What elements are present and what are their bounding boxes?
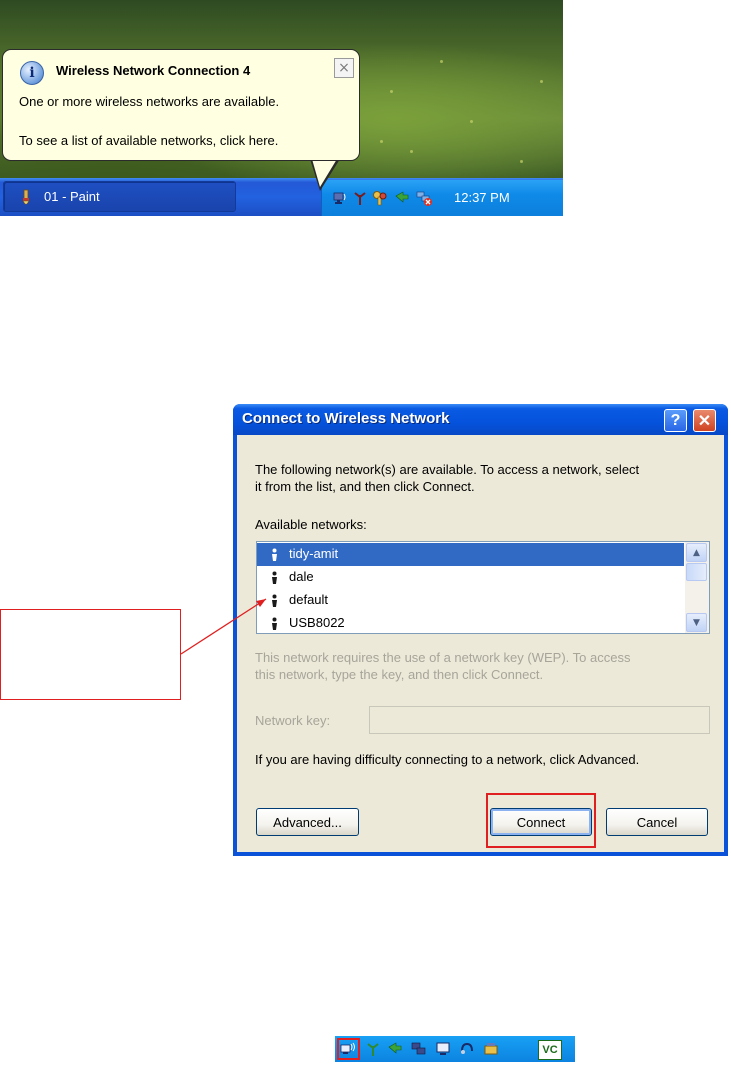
- keys-icon[interactable]: [372, 190, 388, 206]
- network-name: default: [289, 592, 329, 607]
- info-icon: i: [20, 61, 44, 85]
- grass-speck: [380, 140, 383, 143]
- scrollbar[interactable]: ▲ ▼: [685, 542, 709, 633]
- antenna-icon[interactable]: [365, 1041, 381, 1057]
- balloon-message: One or more wireless networks are availa…: [19, 94, 280, 109]
- tray-strip: VC: [335, 1036, 575, 1062]
- grass-speck: [390, 90, 393, 93]
- help-button[interactable]: ?: [664, 409, 687, 432]
- balloon-tail: [312, 159, 337, 187]
- list-item[interactable]: tidy-amit: [257, 543, 684, 566]
- network-key-input[interactable]: [369, 706, 710, 734]
- network-signal-icon: [272, 571, 277, 584]
- desktop-screenshot: 01 - Paint 12:37 PM i Wireless Network C…: [0, 0, 563, 216]
- list-item[interactable]: dale: [257, 566, 684, 589]
- network-signal-icon: [272, 548, 277, 561]
- list-item[interactable]: USB8022: [257, 612, 684, 633]
- network-key-label: Network key:: [255, 713, 331, 728]
- connect-highlight-box: [486, 793, 596, 848]
- grass-speck: [410, 150, 413, 153]
- paint-icon: [22, 189, 30, 205]
- balloon-link[interactable]: To see a list of available networks, cli…: [19, 133, 278, 148]
- advanced-hint-text: If you are having difficulty connecting …: [255, 752, 640, 767]
- close-icon[interactable]: ×: [334, 58, 354, 78]
- green-arrows-icon[interactable]: [394, 190, 410, 206]
- scroll-down-icon[interactable]: ▼: [686, 613, 707, 632]
- vc-icon[interactable]: VC: [538, 1040, 562, 1060]
- network-signal-icon: [272, 594, 277, 607]
- dialog-title: Connect to Wireless Network: [242, 410, 450, 427]
- taskbar-button-paint[interactable]: 01 - Paint: [3, 181, 236, 212]
- dialog-titlebar[interactable]: Connect to Wireless Network ? ✕: [233, 404, 728, 435]
- balloon-title: Wireless Network Connection 4: [56, 63, 251, 78]
- headset-icon[interactable]: [459, 1041, 475, 1057]
- wep-info-text: This network requires the use of a netwo…: [255, 650, 631, 665]
- scroll-up-icon[interactable]: ▲: [686, 543, 707, 562]
- grass-speck: [540, 80, 543, 83]
- close-button[interactable]: ✕: [693, 409, 716, 432]
- network-name: USB8022: [289, 615, 345, 630]
- dialog-body: The following network(s) are available. …: [237, 435, 724, 852]
- intro-text: it from the list, and then click Connect…: [255, 479, 475, 494]
- network-disconnected-icon[interactable]: [416, 190, 432, 206]
- cancel-button[interactable]: Cancel: [606, 808, 708, 836]
- list-item[interactable]: default: [257, 589, 684, 612]
- grass-speck: [440, 60, 443, 63]
- grass-speck: [520, 160, 523, 163]
- annotation-callout-box: [0, 609, 181, 700]
- wep-info-text: this network, type the key, and then cli…: [255, 667, 544, 682]
- clock: 12:37 PM: [454, 190, 510, 205]
- wireless-network-icon[interactable]: [332, 190, 348, 206]
- available-networks-label: Available networks:: [255, 517, 367, 532]
- wireless-icon-highlight: [337, 1038, 360, 1060]
- notification-balloon[interactable]: i Wireless Network Connection 4 × One or…: [2, 49, 360, 161]
- grass-speck: [470, 120, 473, 123]
- network-name: tidy-amit: [289, 546, 339, 561]
- connect-wireless-dialog: Connect to Wireless Network ? ✕ The foll…: [233, 404, 728, 856]
- taskbar-button-label: 01 - Paint: [44, 189, 100, 204]
- network-name: dale: [289, 569, 314, 584]
- intro-text: The following network(s) are available. …: [255, 462, 640, 477]
- network-signal-icon: [272, 617, 277, 630]
- scroll-thumb[interactable]: [686, 563, 707, 581]
- network-list[interactable]: tidy-amit dale default USB8022 ▲ ▼: [256, 541, 710, 634]
- advanced-button[interactable]: Advanced...: [256, 808, 359, 836]
- monitor-icon[interactable]: [435, 1041, 451, 1057]
- system-tray: 12:37 PM: [321, 180, 563, 216]
- network-computers-icon[interactable]: [411, 1041, 427, 1057]
- device-icon[interactable]: [483, 1041, 499, 1057]
- green-arrows-icon[interactable]: [387, 1041, 403, 1057]
- antenna-icon[interactable]: [352, 190, 368, 206]
